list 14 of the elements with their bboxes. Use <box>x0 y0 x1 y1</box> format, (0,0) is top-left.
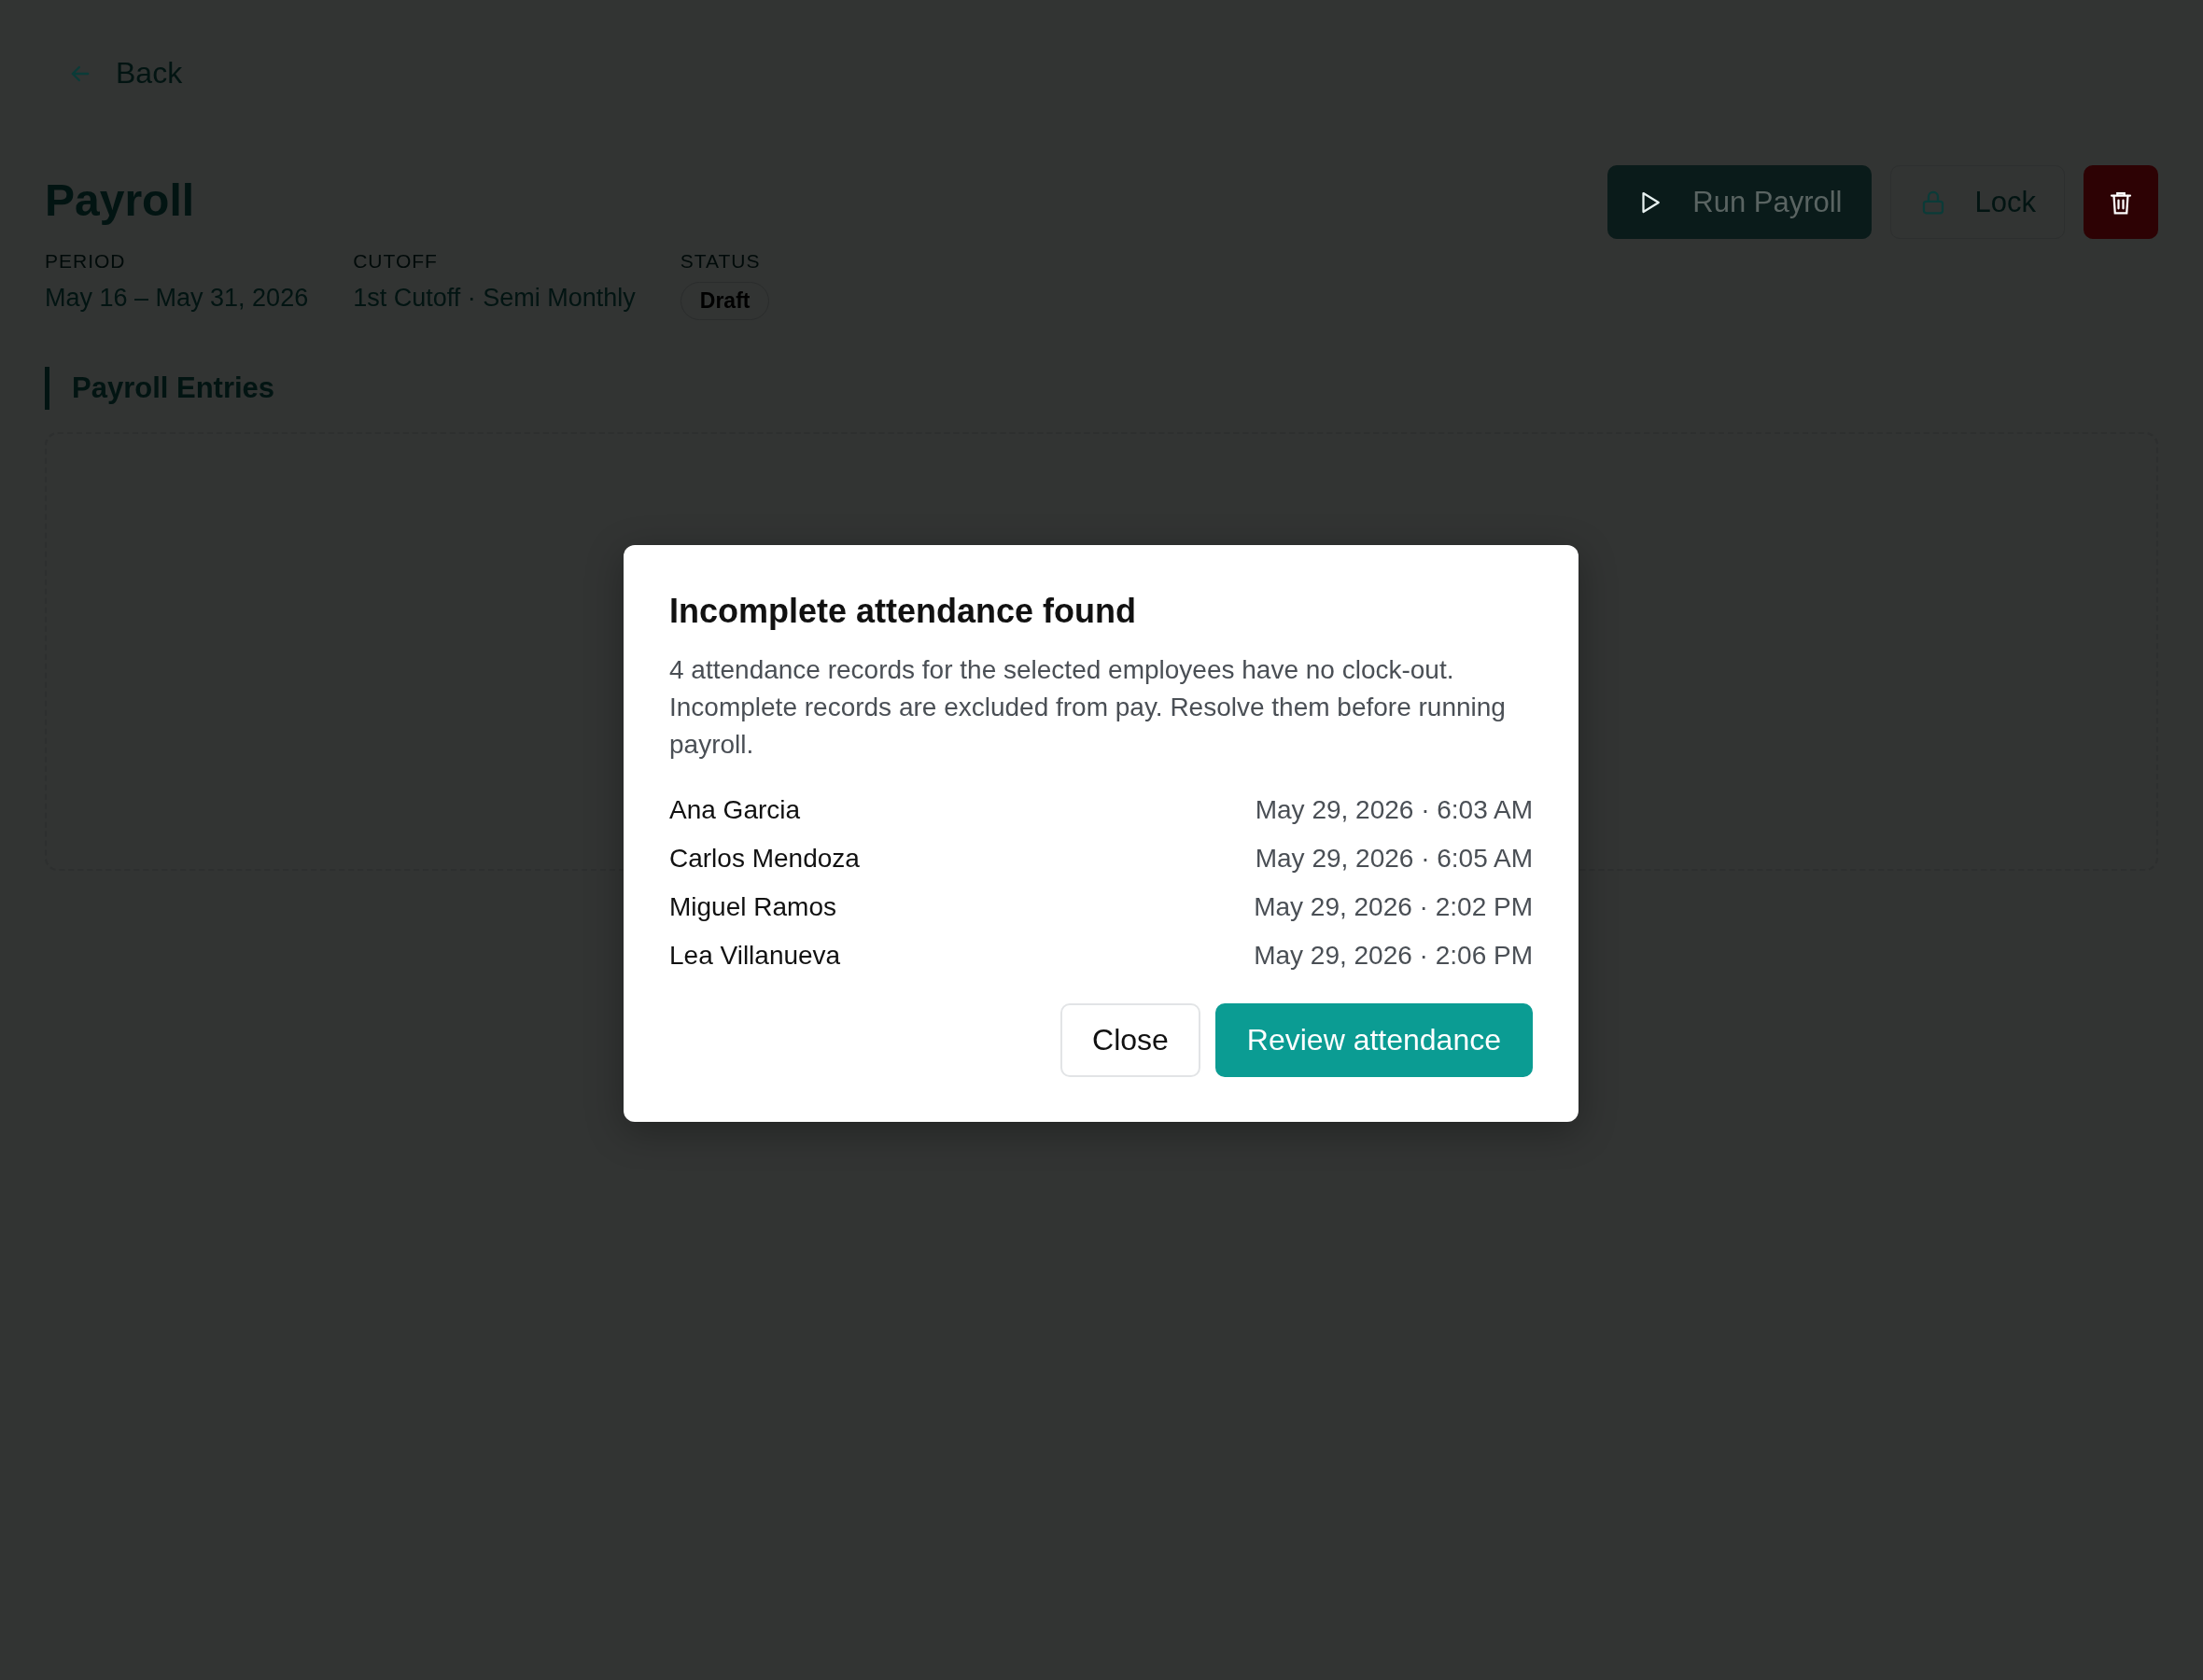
delete-button[interactable] <box>2084 165 2158 239</box>
dialog-title: Incomplete attendance found <box>669 592 1138 631</box>
employee-name: Miguel Ramos <box>669 891 836 923</box>
employee-name: Ana Garcia <box>669 794 801 826</box>
clock-in-time: May 29, 2026 · 6:05 AM <box>1255 843 1533 875</box>
clock-in-time: May 29, 2026 · 2:06 PM <box>1254 940 1533 972</box>
close-button[interactable]: Close <box>1060 1003 1200 1077</box>
clock-in-time: May 29, 2026 · 2:02 PM <box>1254 891 1533 923</box>
review-button[interactable]: Review attendance <box>1214 1003 1533 1077</box>
employee-name: Carlos Mendoza <box>669 843 860 875</box>
clock-in-time: May 29, 2026 · 6:03 AM <box>1255 794 1533 826</box>
dialog-message: 4 attendance records for the selected employees have no clock-out. Incomplete records are excluded from pay. Resolve them before running payroll. <box>669 654 1507 761</box>
run-button[interactable]: Run Payroll <box>1607 165 1872 239</box>
employee-name: Lea Villanueva <box>669 940 841 972</box>
